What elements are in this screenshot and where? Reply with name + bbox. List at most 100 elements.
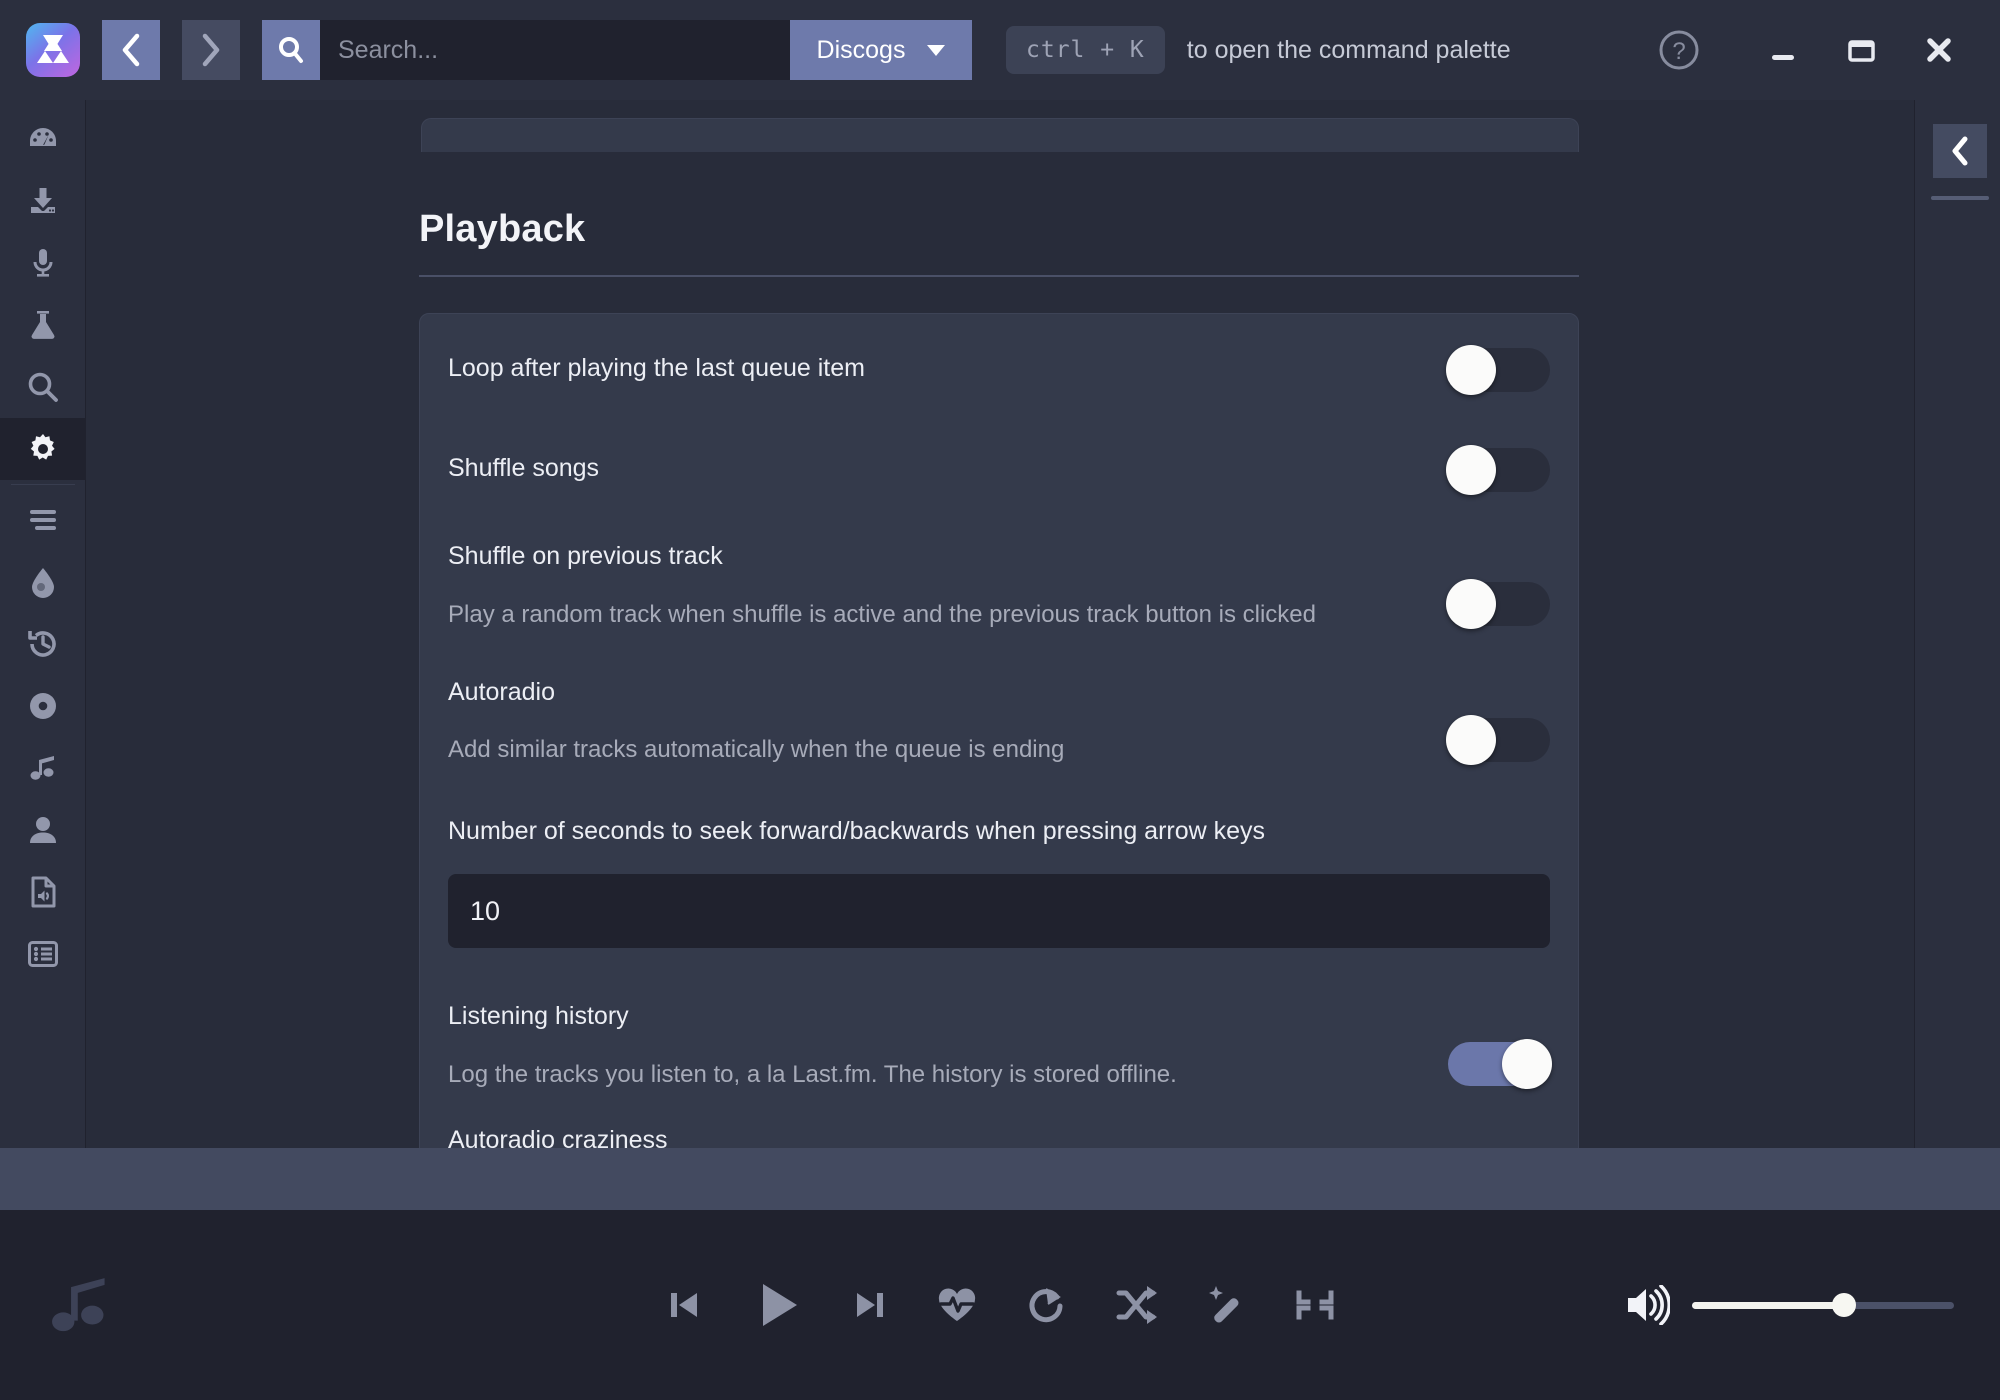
sidebar-item-settings[interactable] <box>0 418 86 480</box>
toggle-knob <box>1446 345 1496 395</box>
player-bar <box>0 1210 2000 1400</box>
next-track-icon <box>849 1284 891 1326</box>
setting-row-shuffle-previous: Shuffle on previous track Play a random … <box>448 492 1550 630</box>
page-title: Playback <box>419 208 1914 251</box>
command-palette-shortcut: ctrl + K <box>1006 26 1165 74</box>
sidebar-item-droplet[interactable] <box>0 551 86 613</box>
music-note-icon <box>26 751 60 785</box>
chevron-right-icon <box>200 33 222 67</box>
right-panel <box>1914 100 2000 1148</box>
sidebar-item-albums[interactable] <box>0 675 86 737</box>
favorite-button[interactable] <box>935 1283 979 1327</box>
sidebar-item-history[interactable] <box>0 613 86 675</box>
setting-description: Add similar tracks automatically when th… <box>448 734 1408 765</box>
volume-slider[interactable] <box>1692 1302 1954 1309</box>
volume-control <box>1624 1285 1954 1325</box>
playback-settings-card: Loop after playing the last queue item S… <box>419 313 1579 1148</box>
previous-section-card-stub <box>421 118 1579 152</box>
autoradio-button[interactable] <box>1203 1282 1249 1328</box>
window-controls: ? <box>1640 15 2000 85</box>
sidebar-item-artists[interactable] <box>0 799 86 861</box>
help-circle-icon: ? <box>1657 28 1701 72</box>
toggle-knob <box>1502 1039 1552 1089</box>
heartbeat-icon <box>935 1283 979 1327</box>
seek-seconds-input[interactable] <box>448 874 1550 948</box>
repeat-button[interactable] <box>1023 1282 1069 1328</box>
chevron-down-icon <box>927 45 945 56</box>
sidebar-item-lyrics[interactable] <box>0 232 86 294</box>
setting-row-seek-seconds: Number of seconds to seek forward/backwa… <box>448 765 1550 948</box>
shuffle-button[interactable] <box>1113 1282 1159 1328</box>
sidebar-item-lab[interactable] <box>0 294 86 356</box>
close-button[interactable] <box>1900 15 1978 85</box>
previous-track-icon <box>663 1284 705 1326</box>
settings-scroll: Playback Loop after playing the last que… <box>86 118 1914 1148</box>
download-icon <box>25 183 61 219</box>
queue-list-icon <box>26 503 60 537</box>
maximize-icon <box>1846 35 1876 65</box>
help-button[interactable]: ? <box>1640 15 1718 85</box>
dashboard-gauge-icon <box>25 121 61 157</box>
setting-row-listening-history: Listening history Log the tracks you lis… <box>448 948 1550 1090</box>
right-panel-collapse-button[interactable] <box>1933 124 1987 178</box>
toggle-shuffle-songs[interactable] <box>1448 448 1550 492</box>
compact-view-button[interactable] <box>1293 1283 1337 1327</box>
svg-text:?: ? <box>1672 38 1685 65</box>
search-icon <box>26 370 60 404</box>
sidebar-item-dashboard[interactable] <box>0 108 86 170</box>
previous-track-button[interactable] <box>663 1284 705 1326</box>
audio-file-icon <box>26 875 60 909</box>
setting-row-autoradio: Autoradio Add similar tracks automatical… <box>448 630 1550 766</box>
next-track-button[interactable] <box>849 1284 891 1326</box>
person-icon <box>26 813 60 847</box>
search-field-wrap[interactable] <box>320 20 790 80</box>
close-icon <box>1924 35 1954 65</box>
sidebar-item-tracks[interactable] <box>0 737 86 799</box>
music-note-icon <box>42 1267 118 1343</box>
sidebar-item-playlists[interactable] <box>0 923 86 985</box>
search-submit-button[interactable] <box>262 20 320 80</box>
minimize-icon <box>1768 35 1798 65</box>
history-clock-icon <box>26 627 60 661</box>
right-panel-divider <box>1931 196 1989 200</box>
sidebar-item-files[interactable] <box>0 861 86 923</box>
setting-row-shuffle-songs: Shuffle songs <box>448 392 1550 492</box>
search-input[interactable] <box>338 36 772 65</box>
application-window: Discogs ctrl + K to open the command pal… <box>0 0 2000 1400</box>
setting-texts: Shuffle songs <box>448 452 1448 485</box>
sidebar-item-search[interactable] <box>0 356 86 418</box>
repeat-icon <box>1023 1282 1069 1328</box>
now-playing-artwork <box>0 1210 160 1400</box>
sidebar-item-queue[interactable] <box>0 489 86 551</box>
shuffle-icon <box>1113 1282 1159 1328</box>
search-icon <box>278 36 304 64</box>
toggle-knob <box>1446 579 1496 629</box>
setting-texts: Shuffle on previous track Play a random … <box>448 540 1448 630</box>
nav-forward-button[interactable] <box>182 20 240 80</box>
player-controls <box>663 1277 1337 1333</box>
command-palette-hint: to open the command palette <box>1187 36 1511 65</box>
toggle-listening-history[interactable] <box>1448 1042 1550 1086</box>
toggle-loop-after-last-queue-item[interactable] <box>1448 348 1550 392</box>
minimize-button[interactable] <box>1744 15 1822 85</box>
toggle-shuffle-on-previous-track[interactable] <box>1448 582 1550 626</box>
chevron-left-icon <box>120 33 142 67</box>
disc-icon <box>26 689 60 723</box>
setting-texts: Autoradio craziness <box>448 1124 1550 1148</box>
settings-content-area: Playback Loop after playing the last que… <box>86 100 1914 1148</box>
flask-icon <box>25 307 61 343</box>
volume-slider-knob[interactable] <box>1832 1293 1856 1317</box>
collapse-icon <box>1293 1283 1337 1327</box>
setting-label: Shuffle on previous track <box>448 540 1408 573</box>
source-selector-button[interactable]: Discogs <box>790 20 972 80</box>
toggle-autoradio[interactable] <box>1448 718 1550 762</box>
playlist-icon <box>26 937 60 971</box>
playback-progress-bar[interactable] <box>0 1148 2000 1210</box>
nav-back-button[interactable] <box>102 20 160 80</box>
setting-texts: Loop after playing the last queue item <box>448 352 1448 385</box>
sidebar-item-downloads[interactable] <box>0 170 86 232</box>
setting-row-autoradio-craziness: Autoradio craziness <box>448 1090 1550 1148</box>
play-button[interactable] <box>749 1277 805 1333</box>
volume-high-icon[interactable] <box>1624 1285 1670 1325</box>
maximize-button[interactable] <box>1822 15 1900 85</box>
